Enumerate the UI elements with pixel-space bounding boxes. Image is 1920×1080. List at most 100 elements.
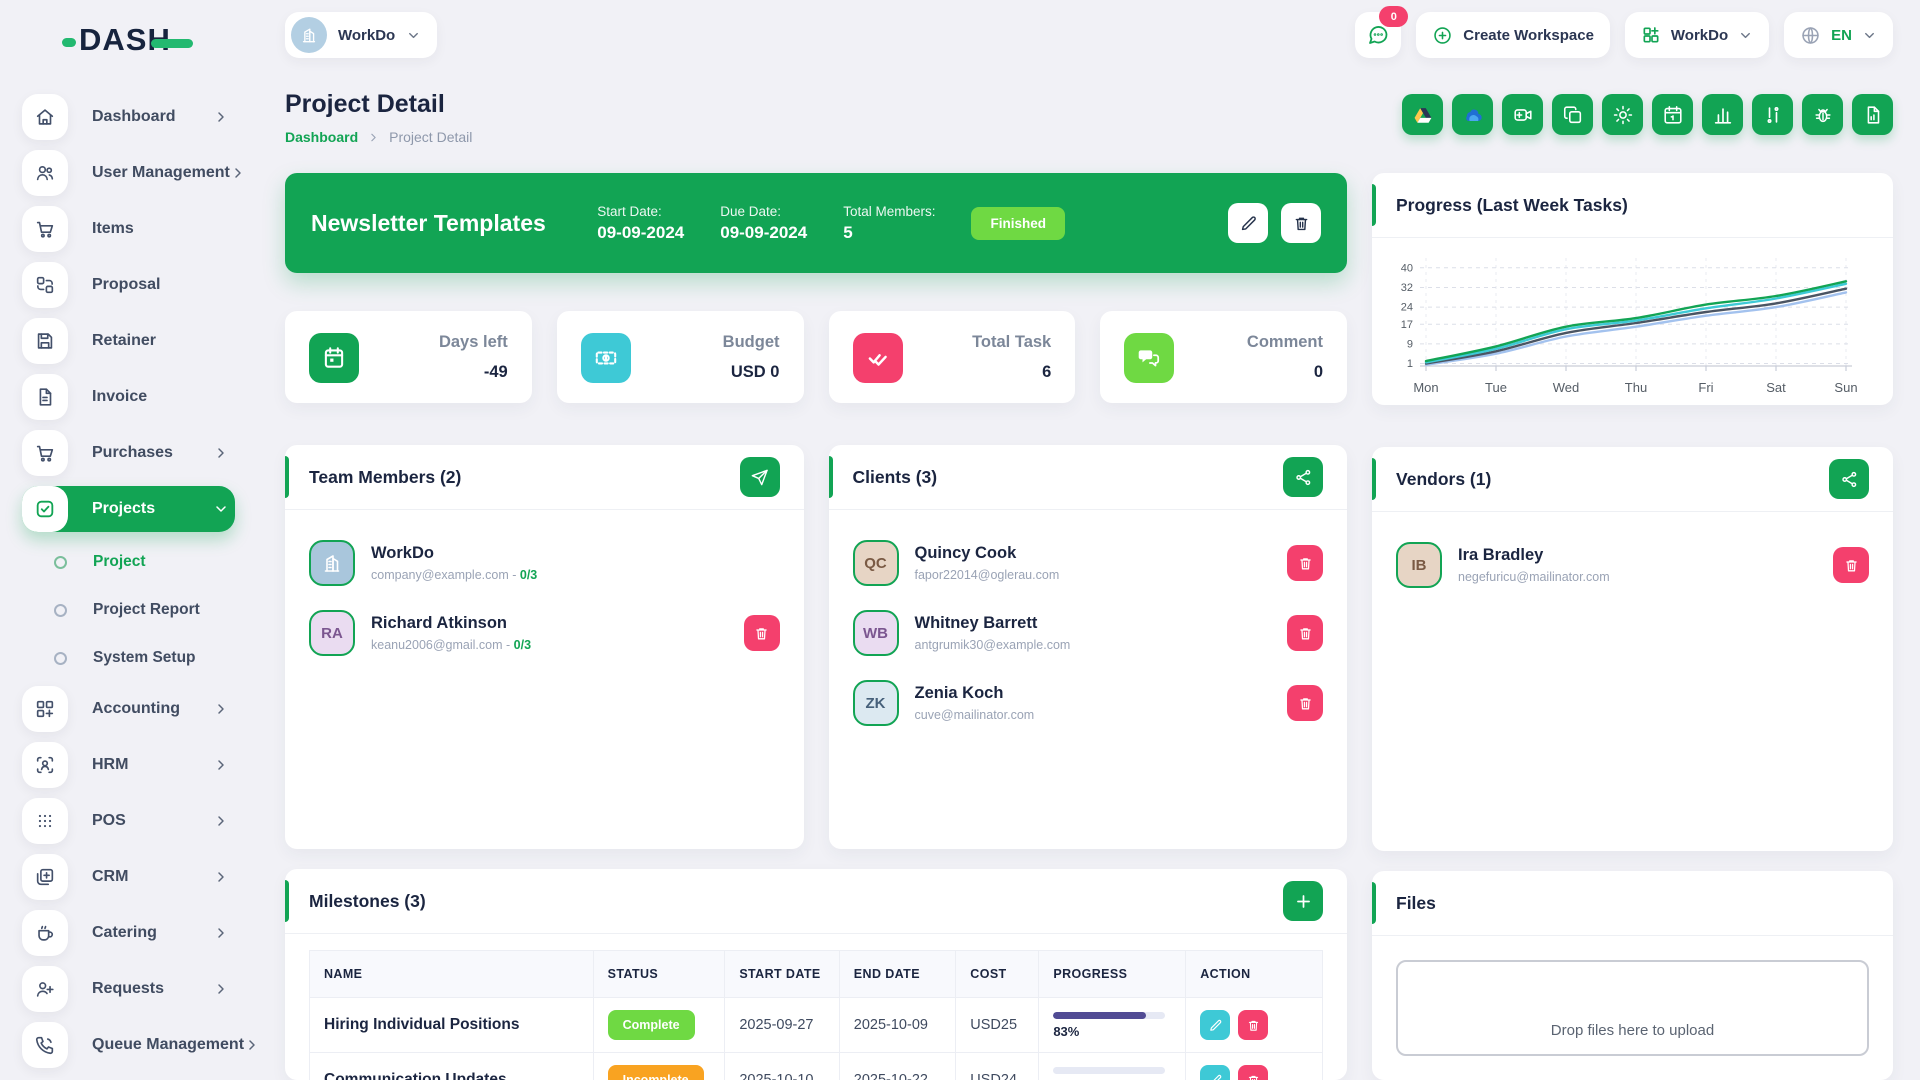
breadcrumb: Dashboard Project Detail <box>285 129 472 145</box>
delete-whitney-barrett-button[interactable] <box>1287 615 1323 651</box>
user-management-icon <box>22 150 68 196</box>
sidebar-item-queue-management[interactable]: Queue Management <box>22 1022 235 1068</box>
workspace-selector[interactable]: WorkDo <box>285 12 437 58</box>
toolbar-video-plus-button[interactable] <box>1502 94 1543 135</box>
sidebar-item-items[interactable]: Items <box>22 206 235 252</box>
sidebar-subitem-system-setup[interactable]: System Setup <box>22 638 235 678</box>
sidebar-item-user-management[interactable]: User Management <box>22 150 235 196</box>
sidebar-item-hrm[interactable]: HRM <box>22 742 235 788</box>
list-item-quincy-cook: QCQuincy Cookfapor22014@oglerau.com <box>829 528 1348 598</box>
sidebar-item-projects[interactable]: Projects <box>22 486 235 532</box>
invoice-icon <box>22 374 68 420</box>
toolbar-bug-button[interactable] <box>1802 94 1843 135</box>
sidebar-item-requests[interactable]: Requests <box>22 966 235 1012</box>
svg-text:17: 17 <box>1401 319 1413 331</box>
toolbar-copy-button[interactable] <box>1552 94 1593 135</box>
list-item-ira-bradley: IBIra Bradleynegefuricu@mailinator.com <box>1372 530 1893 600</box>
toolbar-settings-button[interactable] <box>1602 94 1643 135</box>
language-selector[interactable]: EN <box>1784 12 1893 58</box>
trash-icon <box>1843 557 1860 574</box>
stat-card-comment: Comment0 <box>1100 311 1347 403</box>
grid-plus-icon <box>1641 25 1661 45</box>
sidebar-item-dashboard[interactable]: Dashboard <box>22 94 235 140</box>
left-column: Newsletter Templates Start Date: 09-09-2… <box>285 173 1347 1080</box>
toolbar-onedrive-button[interactable] <box>1452 94 1493 135</box>
delete-zenia-koch-button[interactable] <box>1287 685 1323 721</box>
messages-button[interactable]: 0 <box>1355 12 1401 58</box>
breadcrumb-dashboard-link[interactable]: Dashboard <box>285 129 358 145</box>
bullet-icon <box>54 652 67 665</box>
chat-filled-icon <box>1124 333 1174 383</box>
create-workspace-label: Create Workspace <box>1463 27 1594 44</box>
send-icon <box>750 468 769 487</box>
file-dropzone[interactable]: Drop files here to upload <box>1396 960 1869 1056</box>
sidebar-subitem-project[interactable]: Project <box>22 542 235 582</box>
app-menu-button[interactable]: WorkDo <box>1625 12 1769 58</box>
list-item-whitney-barrett: WBWhitney Barrettantgrumik30@example.com <box>829 598 1348 668</box>
toolbar-calendar-button[interactable] <box>1652 94 1693 135</box>
invite-member-button[interactable] <box>740 457 780 497</box>
svg-text:Wed: Wed <box>1553 380 1580 395</box>
app-window: DASH Dashboard User Management Items Propos… <box>0 0 1920 1080</box>
edit-milestone-button[interactable] <box>1200 1065 1230 1080</box>
add-milestone-button[interactable] <box>1283 881 1323 921</box>
svg-text:Fri: Fri <box>1698 380 1713 395</box>
sidebar-item-label: Retainer <box>92 332 235 350</box>
sidebar-item-label: Queue Management <box>92 1036 244 1054</box>
crm-icon <box>22 854 68 900</box>
person-name: Ira Bradley <box>1458 546 1833 565</box>
sidebar-item-label: POS <box>92 812 213 830</box>
share-icon <box>1840 470 1859 489</box>
delete-milestone-button[interactable] <box>1238 1065 1268 1080</box>
delete-milestone-button[interactable] <box>1238 1010 1268 1040</box>
person-name: Quincy Cook <box>915 544 1288 563</box>
share-clients-button[interactable] <box>1283 457 1323 497</box>
milestone-name: Hiring Individual Positions <box>324 1016 519 1033</box>
edit-milestone-button[interactable] <box>1200 1010 1230 1040</box>
team-members-list: WorkDocompany@example.com - 0/3RARichard… <box>285 510 804 668</box>
avatar: QC <box>853 540 899 586</box>
sidebar-item-catering[interactable]: Catering <box>22 910 235 956</box>
delete-ira-bradley-button[interactable] <box>1833 547 1869 583</box>
sidebar-item-pos[interactable]: POS <box>22 798 235 844</box>
project-name: Newsletter Templates <box>311 210 597 237</box>
sidebar-item-label: Requests <box>92 980 213 998</box>
bullet-icon <box>54 604 67 617</box>
person-email: antgrumik30@example.com <box>915 638 1071 652</box>
chevron-right-icon <box>213 925 229 941</box>
stat-value: 0 <box>1247 363 1323 382</box>
delete-project-button[interactable] <box>1281 203 1321 243</box>
separator: - <box>512 568 520 582</box>
milestone-start-date: 2025-09-27 <box>725 998 839 1053</box>
files-card: Files Drop files here to upload <box>1372 871 1893 1080</box>
share-vendors-button[interactable] <box>1829 459 1869 499</box>
sidebar-item-invoice[interactable]: Invoice <box>22 374 235 420</box>
trash-icon <box>1297 625 1314 642</box>
delete-richard-atkinson-button[interactable] <box>744 615 780 651</box>
chevron-right-icon <box>213 981 229 997</box>
sidebar-item-accounting[interactable]: Accounting <box>22 686 235 732</box>
toolbar-report-button[interactable] <box>1852 94 1893 135</box>
clients-title: Clients (3) <box>853 467 938 488</box>
toolbar-chart-button[interactable] <box>1702 94 1743 135</box>
files-title: Files <box>1396 893 1436 914</box>
catering-icon <box>22 910 68 956</box>
clients-card: Clients (3) QCQuincy Cookfapor22014@ogle… <box>829 445 1348 849</box>
create-workspace-button[interactable]: Create Workspace <box>1416 12 1610 58</box>
avatar: WB <box>853 610 899 656</box>
person-name: Zenia Koch <box>915 684 1288 703</box>
purchases-icon <box>22 430 68 476</box>
toolbar-google-drive-button[interactable] <box>1402 94 1443 135</box>
edit-project-button[interactable] <box>1228 203 1268 243</box>
toolbar-kanban-button[interactable] <box>1752 94 1793 135</box>
sidebar-item-proposal[interactable]: Proposal <box>22 262 235 308</box>
sidebar-item-crm[interactable]: CRM <box>22 854 235 900</box>
chevron-right-icon <box>213 701 229 717</box>
sidebar-item-retainer[interactable]: Retainer <box>22 318 235 364</box>
sidebar-subitem-project-report[interactable]: Project Report <box>22 590 235 630</box>
delete-quincy-cook-button[interactable] <box>1287 545 1323 581</box>
chevron-down-icon <box>213 501 229 517</box>
sidebar-item-purchases[interactable]: Purchases <box>22 430 235 476</box>
brand-logo: DASH <box>0 0 255 80</box>
svg-text:32: 32 <box>1401 282 1413 294</box>
